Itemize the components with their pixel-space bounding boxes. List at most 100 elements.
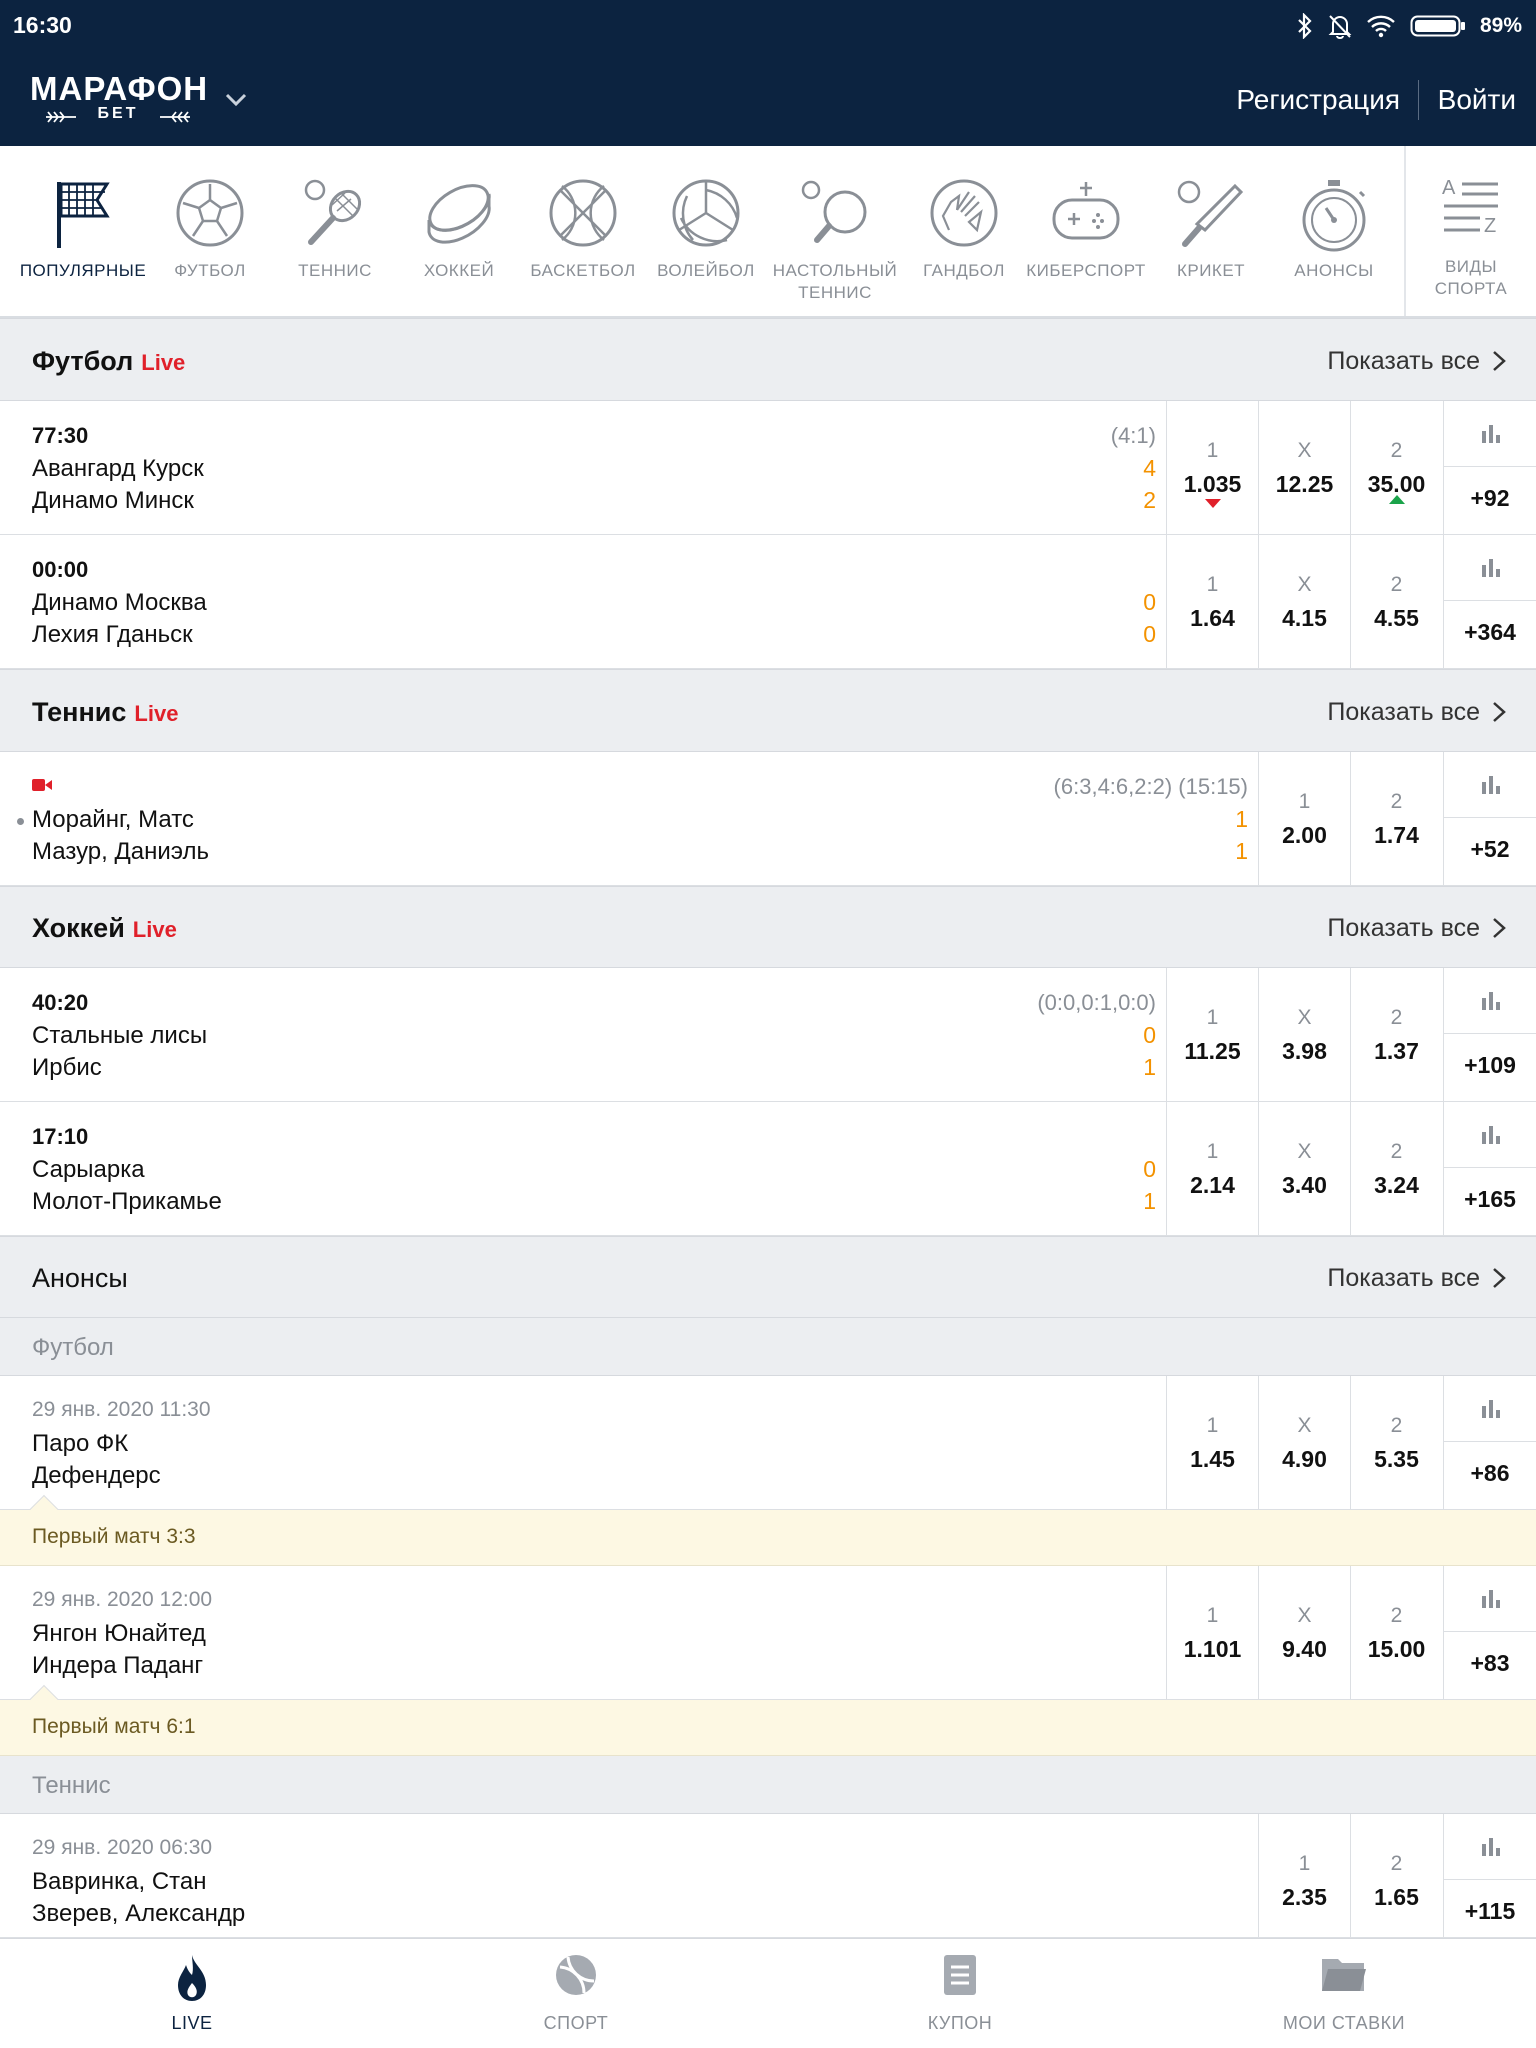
- odds-button-2[interactable]: 2 15.00: [1350, 1566, 1442, 1700]
- odds-button-1[interactable]: 1 2.00: [1258, 752, 1350, 886]
- more-markets-button[interactable]: +364: [1443, 535, 1536, 669]
- sport-tab-football[interactable]: ФУТБОЛ: [166, 146, 254, 316]
- stats-icon: [1482, 1400, 1500, 1418]
- event-row[interactable]: 40:20 Стальные лисы Ирбис (0:0,0:1,0:0) …: [0, 968, 1536, 1102]
- odds-button-2[interactable]: 2 1.74: [1350, 752, 1442, 886]
- section-header-hockey[interactable]: Хоккей Live Показать все: [0, 886, 1536, 968]
- sport-tab-announcements[interactable]: АНОНСЫ: [1282, 146, 1386, 316]
- score-away: 0: [1143, 621, 1156, 647]
- chevron-down-icon[interactable]: [222, 86, 250, 114]
- more-markets-button[interactable]: +52: [1443, 752, 1536, 886]
- sport-tab-handball[interactable]: ГАНДБОЛ: [914, 146, 1014, 316]
- fire-icon: [178, 1955, 206, 2001]
- event-row[interactable]: Морайнг, Матс Мазур, Даниэль (6:3,4:6,2:…: [0, 752, 1536, 886]
- svg-text:A: A: [1442, 177, 1456, 199]
- chevron-right-icon: [1493, 351, 1506, 371]
- odds-button-1[interactable]: 1 11.25: [1166, 968, 1258, 1102]
- first-match-note: Первый матч 3:3: [0, 1494, 1536, 1566]
- section-title: Теннис: [32, 697, 127, 727]
- more-markets-button[interactable]: +109: [1443, 968, 1536, 1102]
- score-summary: (6:3,4:6,2:2) (15:15): [1053, 774, 1248, 799]
- score-away: 1: [1143, 1054, 1156, 1080]
- odds-button-x[interactable]: X 4.90: [1258, 1376, 1350, 1510]
- sport-tab-esports[interactable]: КИБЕРСПОРТ: [1026, 146, 1146, 316]
- header-divider: [1418, 80, 1419, 120]
- gamepad-icon: [1052, 182, 1120, 240]
- odds-button-1[interactable]: 1 1.035: [1166, 401, 1258, 535]
- tennis-icon: [304, 179, 362, 245]
- odds-button-1[interactable]: 1 2.14: [1166, 1102, 1258, 1236]
- odds-button-x[interactable]: X 4.15: [1258, 535, 1350, 669]
- odds-button-2[interactable]: 2 35.00: [1350, 401, 1442, 535]
- nav-my-bets[interactable]: МОИ СТАВКИ: [1152, 1939, 1536, 2048]
- odds-button-2[interactable]: 2 5.35: [1350, 1376, 1442, 1510]
- odds-button-1[interactable]: 1 2.35: [1258, 1814, 1350, 1938]
- sport-tab-volleyball[interactable]: ВОЛЕЙБОЛ: [656, 146, 756, 316]
- event-date: 29 янв. 2020 11:30: [32, 1398, 211, 1421]
- app-header: МАРАФОН БЕТ Регистрация Войти: [0, 52, 1536, 146]
- more-markets-button[interactable]: +165: [1443, 1102, 1536, 1236]
- show-all-link[interactable]: Показать все: [1327, 347, 1480, 376]
- sport-tab-cricket[interactable]: КРИКЕТ: [1164, 146, 1258, 316]
- ball-icon: [556, 1955, 596, 1995]
- score-home: 4: [1143, 455, 1156, 481]
- nav-live[interactable]: LIVE: [0, 1939, 384, 2048]
- event-row[interactable]: 29 янв. 2020 06:30 Вавринка, Стан Зверев…: [0, 1814, 1536, 1938]
- stats-icon: [1482, 1126, 1500, 1144]
- laurel-right-icon: [160, 111, 190, 123]
- sport-tab-popular[interactable]: ПОПУЛЯРНЫЕ: [15, 146, 151, 316]
- more-markets-button[interactable]: +115: [1443, 1814, 1536, 1938]
- subsection-header-football: Футбол: [0, 1318, 1536, 1376]
- nav-sport[interactable]: СПОРТ: [384, 1939, 768, 2048]
- cricket-icon: [1177, 180, 1244, 247]
- register-button[interactable]: Регистрация: [1236, 84, 1400, 116]
- flag-icon: [57, 182, 110, 248]
- more-markets-button[interactable]: +92: [1443, 401, 1536, 535]
- team-away: Ирбис: [32, 1054, 102, 1081]
- show-all-link[interactable]: Показать все: [1327, 1264, 1480, 1293]
- nav-coupon[interactable]: КУПОН: [768, 1939, 1152, 2048]
- odds-button-2[interactable]: 2 4.55: [1350, 535, 1442, 669]
- odds-button-x[interactable]: X 12.25: [1258, 401, 1350, 535]
- odds-button-x[interactable]: X 3.98: [1258, 968, 1350, 1102]
- more-markets-button[interactable]: +86: [1443, 1376, 1536, 1510]
- sports-divider: [1404, 146, 1406, 316]
- section-title: Анонсы: [32, 1263, 128, 1293]
- sport-tab-hockey[interactable]: ХОККЕЙ: [414, 146, 504, 316]
- sport-tab-basketball[interactable]: БАСКЕТБОЛ: [528, 146, 638, 316]
- odds-button-2[interactable]: 2 3.24: [1350, 1102, 1442, 1236]
- team-home: Морайнг, Матс: [32, 806, 194, 833]
- odds-button-x[interactable]: X 3.40: [1258, 1102, 1350, 1236]
- show-all-link[interactable]: Показать все: [1327, 914, 1480, 943]
- login-button[interactable]: Войти: [1438, 84, 1516, 116]
- event-row[interactable]: 29 янв. 2020 12:00 Янгон Юнайтед Индера …: [0, 1566, 1536, 1700]
- event-row[interactable]: 29 янв. 2020 11:30 Паро ФК Дефендерс 1 1…: [0, 1376, 1536, 1510]
- section-header-tennis[interactable]: Теннис Live Показать все: [0, 669, 1536, 752]
- odds-button-2[interactable]: 2 1.65: [1350, 1814, 1442, 1938]
- section-header-announcements[interactable]: Анонсы Показать все: [0, 1236, 1536, 1318]
- odds-up-icon: [1388, 495, 1405, 504]
- volleyball-icon: [672, 179, 740, 247]
- stats-icon: [1482, 776, 1500, 794]
- odds-button-2[interactable]: 2 1.37: [1350, 968, 1442, 1102]
- show-all-link[interactable]: Показать все: [1327, 698, 1480, 727]
- sport-tab-table-tennis[interactable]: НАСТОЛЬНЫЙ ТЕННИС: [768, 146, 902, 316]
- team-away: Зверев, Александр: [32, 1900, 246, 1927]
- section-header-football[interactable]: Футбол Live Показать все: [0, 318, 1536, 401]
- logo-main-text: МАРАФОН: [30, 70, 209, 107]
- serve-indicator: [17, 818, 24, 825]
- more-markets-button[interactable]: +83: [1443, 1566, 1536, 1700]
- event-row[interactable]: 17:10 Сарыарка Молот-Прикамье 0 1 1 2.14…: [0, 1102, 1536, 1236]
- video-camera-icon[interactable]: [32, 778, 52, 792]
- marathon-logo[interactable]: МАРАФОН БЕТ: [30, 70, 209, 132]
- team-away: Дефендерс: [32, 1462, 161, 1489]
- event-row[interactable]: 77:30 Авангард Курск Динамо Минск (4:1) …: [0, 401, 1536, 535]
- hockey-icon: [427, 184, 491, 244]
- sport-tab-tennis[interactable]: ТЕННИС: [290, 146, 380, 316]
- odds-button-x[interactable]: X 9.40: [1258, 1566, 1350, 1700]
- sport-tab-all-sports[interactable]: AZ ВИДЫ СПОРТА: [1416, 146, 1526, 316]
- odds-button-1[interactable]: 1 1.64: [1166, 535, 1258, 669]
- odds-button-1[interactable]: 1 1.101: [1166, 1566, 1258, 1700]
- event-row[interactable]: 00:00 Динамо Москва Лехия Гданьск 0 0 1 …: [0, 535, 1536, 669]
- odds-button-1[interactable]: 1 1.45: [1166, 1376, 1258, 1510]
